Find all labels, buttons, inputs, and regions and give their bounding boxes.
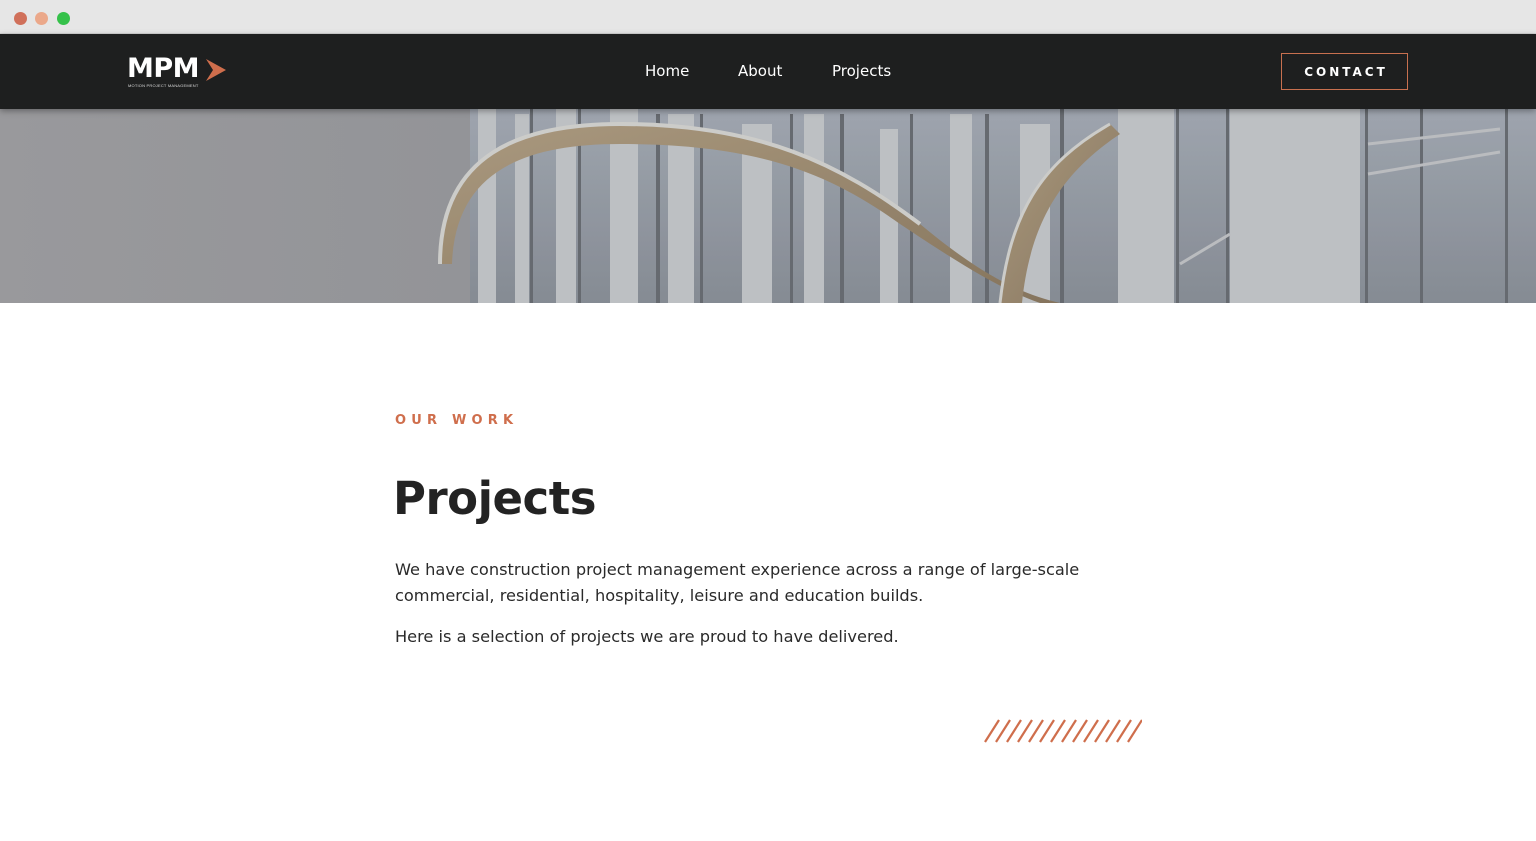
intro-paragraph: We have construction project management … (395, 560, 1080, 605)
nav-projects[interactable]: Projects (832, 62, 891, 80)
nav-about[interactable]: About (738, 62, 782, 80)
browser-titlebar (0, 0, 1536, 34)
section-eyebrow: OUR WORK (395, 413, 519, 428)
diagonal-hatch-decoration (984, 719, 1142, 743)
selection-paragraph: Here is a selection of projects we are p… (395, 627, 899, 646)
page-title: Projects (393, 472, 597, 525)
minimize-window-button[interactable] (35, 12, 48, 25)
contact-button[interactable]: CONTACT (1281, 53, 1408, 90)
maximize-window-button[interactable] (57, 12, 70, 25)
close-window-button[interactable] (14, 12, 27, 25)
site-header: MPM MOTION PROJECT MANAGEMENT Home About… (0, 34, 1536, 109)
nav-home[interactable]: Home (645, 62, 689, 80)
